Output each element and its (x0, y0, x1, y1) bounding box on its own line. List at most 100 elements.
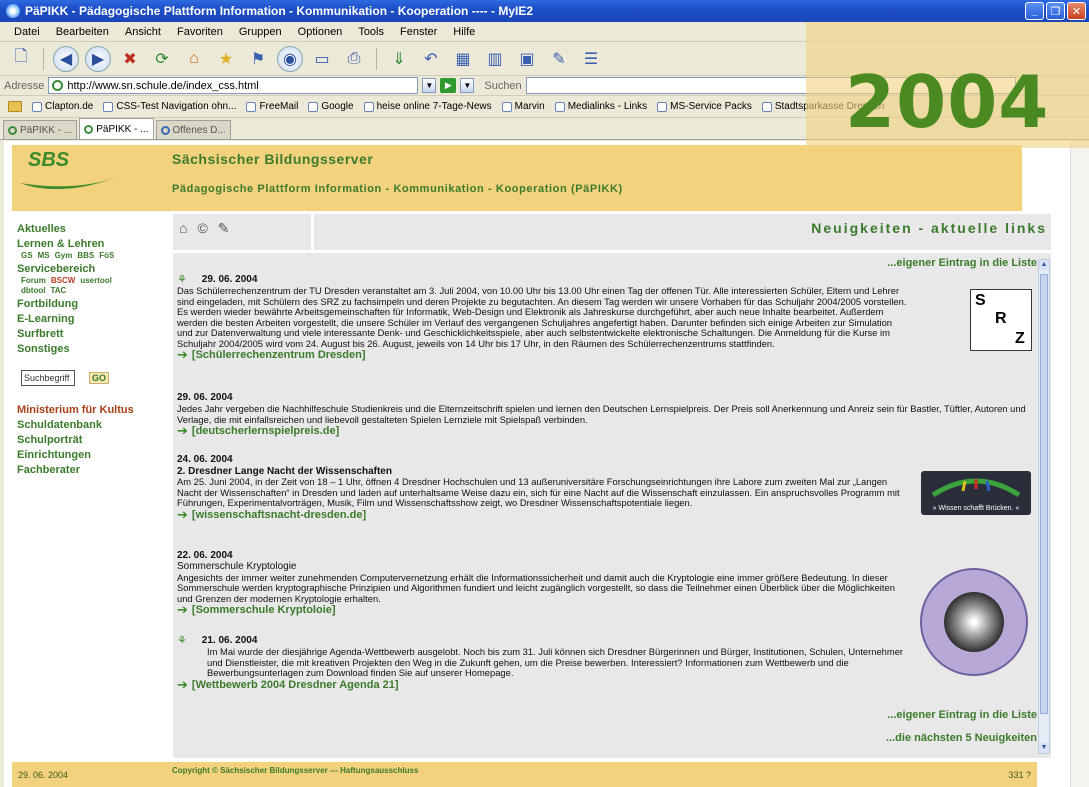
bookmark-item[interactable]: Google (308, 101, 354, 112)
nav-ministerium[interactable]: Ministerium für Kultus (17, 403, 167, 417)
news-link[interactable]: ➔ [Schülerrechenzentrum Dresden] (177, 347, 1037, 362)
nav-fachberater[interactable]: Fachberater (17, 463, 167, 477)
scroll-thumb[interactable] (1040, 274, 1048, 714)
nav-sonstiges[interactable]: Sonstiges (17, 342, 167, 356)
document-icon[interactable]: ✎ (218, 220, 230, 237)
download-icon[interactable]: ⇓ (386, 46, 412, 72)
nav-sub-dbtool[interactable]: dbtool (21, 286, 45, 295)
nav-schuldatenbank[interactable]: Schuldatenbank (17, 418, 167, 432)
toolbar-separator (43, 47, 44, 70)
nav-surfbrett[interactable]: Surfbrett (17, 327, 167, 341)
menu-favoriten[interactable]: Favoriten (177, 26, 223, 38)
go-dropdown-icon[interactable]: ▼ (460, 78, 475, 93)
maximize-button[interactable]: ❐ (1046, 2, 1065, 20)
back-icon[interactable]: ◀ (53, 45, 79, 72)
tab-1[interactable]: PäPIKK - ... (3, 120, 78, 139)
arrow-right-icon: ➔ (177, 347, 188, 362)
cascade-icon[interactable]: ▥ (482, 46, 508, 72)
own-entry-link-top[interactable]: ...eigener Eintrag in die Liste (887, 257, 1037, 269)
bookmark-item[interactable]: CSS-Test Navigation ohn... (103, 101, 236, 112)
refresh-icon[interactable]: ⟳ (149, 46, 175, 72)
content-scrollbar[interactable]: ▲ ▼ (1038, 259, 1050, 754)
favorites-star-icon[interactable]: ★ (213, 46, 239, 72)
nav-sub-tac[interactable]: TAC (50, 286, 66, 295)
scroll-up-icon[interactable]: ▲ (1039, 260, 1049, 270)
nav-aktuelles[interactable]: Aktuelles (17, 222, 167, 236)
home-icon[interactable]: ⌂ (181, 46, 207, 72)
go-icon[interactable]: ▶ (440, 78, 457, 93)
nav-elearning[interactable]: E-Learning (17, 312, 167, 326)
nav-sub-foes[interactable]: FöS (99, 251, 114, 260)
footer-copyright-link[interactable]: Copyright © Sächsischer Bildungsserver -… (172, 766, 418, 775)
tile-icon[interactable]: ▦ (450, 46, 476, 72)
nav-servicebereich[interactable]: Servicebereich (17, 262, 167, 276)
nav-sub-gym[interactable]: Gym (55, 251, 73, 260)
site-search: Suchbegriff GO (21, 370, 167, 386)
bookmark-item[interactable]: Medialinks - Links (554, 101, 648, 112)
home-page-icon[interactable]: ⌂ (179, 220, 187, 237)
news-link[interactable]: ➔ [Sommerschule Kryptoloie] (177, 603, 1037, 615)
nav-sub-gs[interactable]: GS (21, 251, 33, 260)
scroll-down-icon[interactable]: ▼ (1039, 743, 1049, 753)
nav-schulportraet[interactable]: Schulporträt (17, 433, 167, 447)
menu-gruppen[interactable]: Gruppen (239, 26, 282, 38)
bookmark-item[interactable]: Clapton.de (32, 101, 93, 112)
forward-icon[interactable]: ▶ (85, 45, 111, 72)
news-link[interactable]: ➔ [wissenschaftsnacht-dresden.de] (177, 508, 1037, 520)
menu-tools[interactable]: Tools (358, 26, 384, 38)
menu-hilfe[interactable]: Hilfe (453, 26, 475, 38)
nav-sub-bscw[interactable]: BSCW (51, 276, 75, 285)
bookmark-item[interactable]: heise online 7-Tage-News (363, 101, 492, 112)
new-page-icon[interactable]: 🗋 (8, 46, 34, 72)
news-item: 24. 06. 2004 2. Dresdner Lange Nacht der… (177, 453, 1037, 520)
tab-2-active[interactable]: PäPIKK - ... (79, 118, 154, 139)
nav-fortbildung[interactable]: Fortbildung (17, 297, 167, 311)
tab-label: PäPIKK - ... (20, 124, 73, 136)
menu-optionen[interactable]: Optionen (298, 26, 343, 38)
news-link[interactable]: ➔ [Wettbewerb 2004 Dresdner Agenda 21] (177, 678, 1037, 690)
bookmark-item[interactable]: MS-Service Packs (657, 101, 752, 112)
list-icon[interactable]: ☰ (578, 46, 604, 72)
bookmark-item[interactable]: Marvin (501, 101, 545, 112)
url-field[interactable]: http://www.sn.schule.de/index_css.html (48, 77, 419, 94)
page-scrollbar[interactable] (1070, 141, 1089, 787)
minimize-button[interactable]: _ (1025, 2, 1044, 20)
copyright-icon[interactable]: © (197, 220, 207, 237)
folder-icon[interactable] (8, 101, 22, 112)
image-icon[interactable]: ▣ (514, 46, 540, 72)
bookmark-label: Medialinks - Links (567, 101, 648, 112)
url-dropdown-icon[interactable]: ▼ (422, 78, 437, 93)
globe-icon[interactable]: ◉ (277, 45, 303, 72)
news-date: 29. 06. 2004 (201, 274, 258, 285)
site-header: SBS Sächsischer Bildungsserver Pädagogis… (12, 145, 1022, 211)
next-5-news-link[interactable]: ...die nächsten 5 Neuigkeiten (886, 732, 1037, 744)
stop-icon[interactable]: ✖ (117, 46, 143, 72)
address-label: Adresse (4, 79, 45, 92)
menu-datei[interactable]: Datei (14, 26, 40, 38)
close-button[interactable]: ✕ (1067, 2, 1086, 20)
nav-einrichtungen[interactable]: Einrichtungen (17, 448, 167, 462)
tab-label: PäPIKK - ... (96, 123, 149, 135)
popup-blocker-icon[interactable]: ⚑ (245, 46, 271, 72)
nav-sub-bbs[interactable]: BBS (77, 251, 94, 260)
menu-fenster[interactable]: Fenster (400, 26, 437, 38)
site-search-input[interactable]: Suchbegriff (21, 370, 75, 386)
tab-3[interactable]: Offenes D... (155, 120, 231, 139)
nav-sub-usertool[interactable]: usertool (80, 276, 112, 285)
menu-ansicht[interactable]: Ansicht (125, 26, 161, 38)
news-title: Sommerschule Kryptologie (177, 561, 297, 572)
content-topbar: ⌂ © ✎ Neuigkeiten - aktuelle links (173, 214, 1051, 250)
nav-lernen-lehren[interactable]: Lernen & Lehren (17, 237, 167, 251)
menu-bearbeiten[interactable]: Bearbeiten (56, 26, 109, 38)
site-title: Sächsischer Bildungsserver (172, 151, 374, 167)
undo-icon[interactable]: ↶ (418, 46, 444, 72)
print-icon[interactable]: ⎙ (341, 46, 367, 72)
news-link[interactable]: ➔ [deutscherlernspielpreis.de] (177, 424, 1037, 436)
nav-sub-ms[interactable]: MS (38, 251, 50, 260)
own-entry-link-bottom[interactable]: ...eigener Eintrag in die Liste (887, 709, 1037, 721)
bookmark-item[interactable]: FreeMail (246, 101, 298, 112)
site-search-go-button[interactable]: GO (89, 372, 110, 384)
window-icon[interactable]: ▭ (309, 46, 335, 72)
nav-sub-forum[interactable]: Forum (21, 276, 46, 285)
edit-icon[interactable]: ✎ (546, 46, 572, 72)
